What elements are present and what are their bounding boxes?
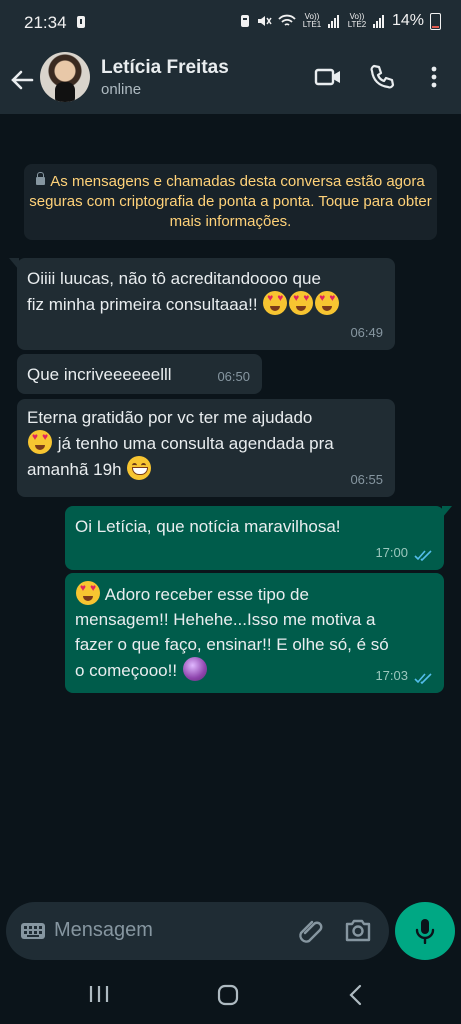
battery-percent: 14%	[391, 12, 424, 29]
message-text: Eterna gratidão por vc ter me ajudado	[27, 408, 313, 427]
notification-icon	[77, 16, 85, 28]
message-input[interactable]: Mensagem	[54, 919, 153, 942]
mic-button[interactable]	[395, 902, 455, 960]
wifi-icon	[278, 14, 296, 26]
message-text: fazer o que faço, ensinar!! E olhe só, é…	[75, 635, 389, 654]
crystal-ball-emoji-icon	[182, 657, 207, 681]
grinning-emoji-icon	[127, 456, 152, 480]
message-time: 17:00	[375, 545, 408, 560]
message-time: 06:55	[350, 472, 383, 487]
message-input-bar[interactable]: Mensagem	[6, 902, 389, 960]
signal-1-icon	[327, 14, 341, 28]
attach-icon[interactable]	[297, 917, 325, 945]
keyboard-icon[interactable]	[20, 922, 46, 940]
encryption-notice-text: As mensagens e chamadas desta conversa e…	[29, 173, 432, 230]
avatar[interactable]	[40, 52, 90, 102]
home-icon[interactable]	[217, 984, 239, 1006]
sim1-label: Vo)) LTE1	[302, 12, 322, 29]
message-time: 17:03	[375, 668, 408, 683]
signal-2-icon	[372, 14, 386, 28]
back-nav-icon[interactable]	[346, 984, 366, 1006]
chat-header: Letícia Freitas online	[0, 44, 461, 114]
heart-eyes-emoji-icon	[315, 291, 340, 315]
heart-eyes-emoji-icon	[28, 430, 52, 454]
message-time: 06:50	[217, 369, 250, 384]
status-time: 21:34	[24, 13, 67, 32]
message-outgoing[interactable]: Adoro receber esse tipo de mensagem!! He…	[65, 573, 444, 693]
message-text: Que incriveeeeeelll	[27, 365, 172, 384]
message-text: Oiiii luucas, não tô acreditandoooo que	[27, 269, 321, 288]
mic-icon	[415, 919, 435, 944]
message-incoming[interactable]: Eterna gratidão por vc ter me ajudado já…	[17, 399, 395, 497]
message-text: Oi Letícia, que notícia maravilhosa!	[75, 517, 341, 536]
contact-status: online	[101, 81, 142, 98]
lock-icon	[36, 172, 46, 185]
video-call-icon[interactable]	[313, 62, 343, 92]
back-arrow-icon[interactable]	[8, 66, 36, 94]
message-text: já tenho uma consulta agendada pra	[57, 434, 334, 453]
chat-area[interactable]: As mensagens e chamadas desta conversa e…	[0, 114, 461, 904]
silent-mode-icon	[240, 15, 249, 27]
read-ticks-icon	[414, 550, 432, 562]
camera-icon[interactable]	[344, 917, 372, 943]
status-icons: Vo)) LTE1 Vo)) LTE2 14%	[240, 12, 441, 30]
message-outgoing[interactable]: Oi Letícia, que notícia maravilhosa! 17:…	[65, 506, 452, 570]
message-text: Adoro receber esse tipo de	[104, 585, 309, 604]
message-text: o começooo!!	[75, 661, 178, 680]
status-bar: 21:34 Vo)) LTE1 Vo)) LTE2 14%	[0, 0, 461, 44]
more-options-icon[interactable]	[419, 62, 449, 92]
sim2-label: Vo)) LTE2	[347, 12, 367, 29]
message-text: mensagem!! Hehehe...Isso me motiva a	[75, 610, 376, 629]
heart-eyes-emoji-icon	[76, 581, 100, 605]
phone-icon[interactable]	[367, 62, 397, 92]
navigation-bar	[0, 966, 461, 1024]
mute-icon	[257, 16, 272, 26]
heart-eyes-emoji-icon	[263, 291, 288, 315]
encryption-notice[interactable]: As mensagens e chamadas desta conversa e…	[24, 164, 437, 240]
message-incoming[interactable]: Oiiii luucas, não tô acreditandoooo que …	[9, 258, 395, 350]
contact-name[interactable]: Letícia Freitas	[101, 57, 229, 79]
message-text: fiz minha primeira consultaaa!!	[27, 295, 258, 314]
message-incoming[interactable]: Que incriveeeeeelll 06:50	[17, 354, 262, 394]
message-time: 06:49	[350, 325, 383, 340]
heart-eyes-emoji-icon	[289, 291, 314, 315]
battery-icon	[430, 12, 441, 30]
recent-apps-icon[interactable]	[88, 984, 110, 1004]
message-text: amanhã 19h	[27, 460, 122, 479]
read-ticks-icon	[414, 673, 432, 685]
